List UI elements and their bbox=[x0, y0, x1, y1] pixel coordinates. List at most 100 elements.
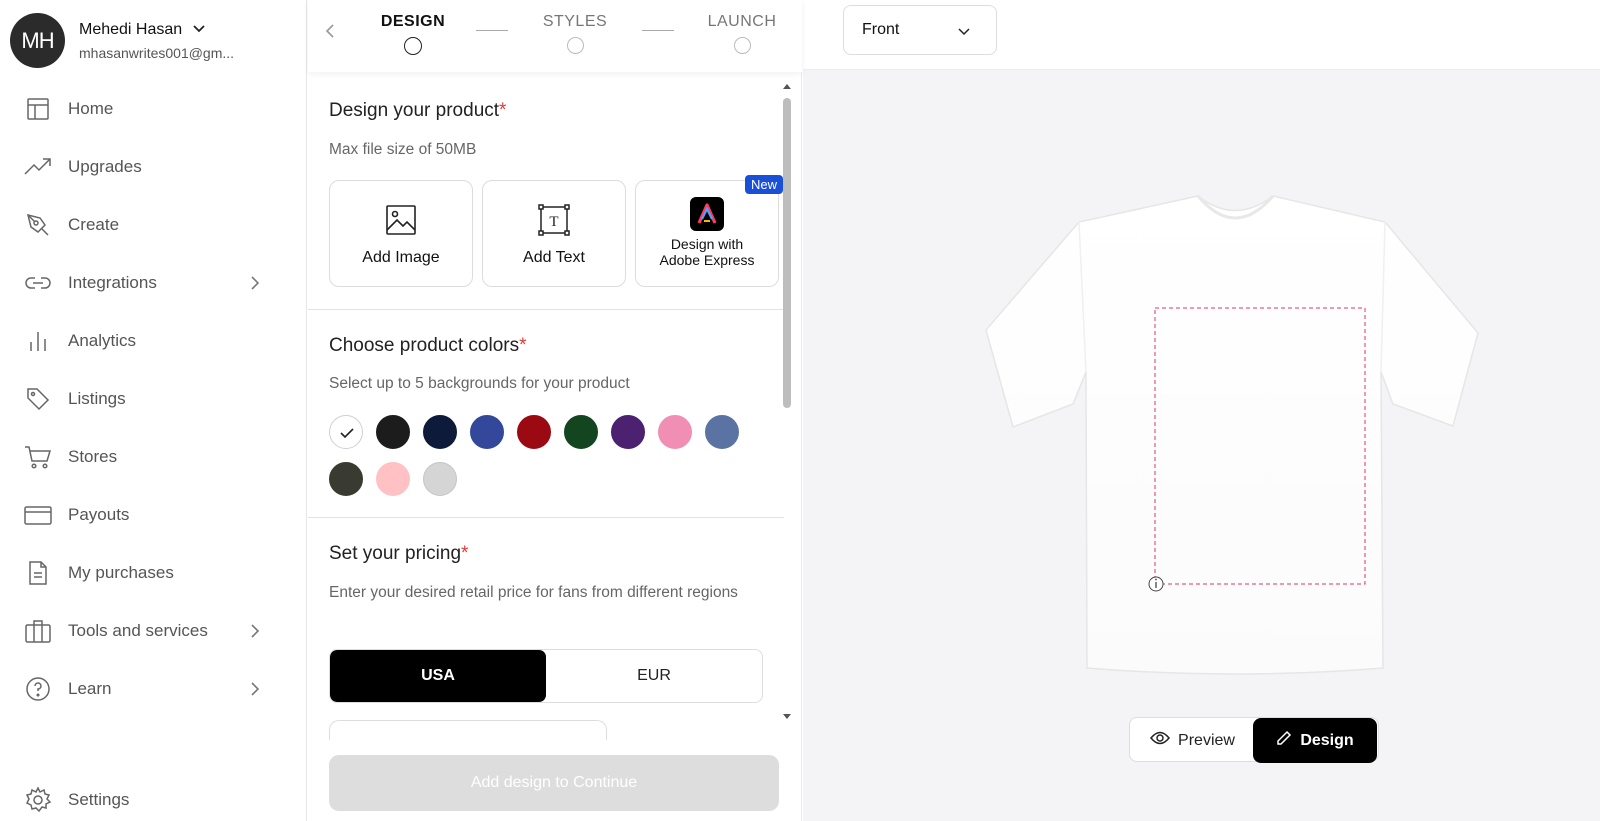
region-eur-option[interactable]: EUR bbox=[546, 650, 762, 702]
gear-icon bbox=[24, 786, 52, 814]
checkmark-icon bbox=[340, 428, 354, 439]
sidebar-item-label: Tools and services bbox=[68, 621, 208, 640]
color-swatch[interactable] bbox=[329, 462, 363, 496]
sidebar-item-label: Learn bbox=[68, 679, 112, 698]
sidebar-item-label: Create bbox=[68, 215, 120, 234]
pricing-section-title: Set your pricing* bbox=[329, 543, 469, 564]
sidebar-item-stores[interactable]: Stores bbox=[24, 442, 274, 472]
section-divider bbox=[308, 517, 784, 518]
color-swatch[interactable] bbox=[329, 415, 363, 449]
preview-button[interactable]: Preview bbox=[1130, 718, 1255, 763]
color-swatch[interactable] bbox=[658, 415, 692, 449]
design-panel: DESIGN STYLES LAUNCH Design your product… bbox=[308, 0, 802, 821]
step-connector bbox=[476, 30, 508, 31]
sidebar: MH Mehedi Hasan mhasanwrites001@gm... Ho… bbox=[0, 0, 307, 821]
preview-label: Preview bbox=[1178, 731, 1235, 749]
adobe-express-card[interactable]: Design with Adobe Express bbox=[635, 180, 779, 287]
sidebar-item-label: Integrations bbox=[68, 273, 157, 292]
image-icon bbox=[385, 203, 417, 237]
adobe-express-label: Design with Adobe Express bbox=[659, 236, 755, 268]
sidebar-item-settings[interactable]: Settings bbox=[24, 785, 274, 815]
user-email: mhasanwrites001@gm... bbox=[79, 44, 235, 61]
color-swatch[interactable] bbox=[470, 415, 504, 449]
help-circle-icon bbox=[24, 675, 52, 703]
color-swatch[interactable] bbox=[564, 415, 598, 449]
avatar[interactable]: MH bbox=[10, 13, 65, 68]
add-image-card[interactable]: Add Image bbox=[329, 180, 473, 287]
step-label: LAUNCH bbox=[707, 13, 777, 30]
color-swatch[interactable] bbox=[705, 415, 739, 449]
color-swatch[interactable] bbox=[423, 415, 457, 449]
add-text-card[interactable]: T Add Text bbox=[482, 180, 626, 287]
pricing-section-subtitle: Enter your desired retail price for fans… bbox=[329, 584, 738, 601]
briefcase-icon bbox=[24, 617, 52, 645]
add-text-label: Add Text bbox=[523, 249, 585, 266]
sidebar-item-label: Listings bbox=[68, 389, 126, 408]
user-name: Mehedi Hasan bbox=[79, 20, 183, 38]
sidebar-item-label: Home bbox=[68, 99, 114, 118]
sidebar-item-learn[interactable]: Learn bbox=[24, 674, 274, 704]
step-indicator bbox=[733, 37, 751, 54]
add-image-label: Add Image bbox=[362, 249, 440, 266]
stepper: DESIGN STYLES LAUNCH bbox=[308, 0, 802, 72]
section-divider bbox=[308, 309, 784, 310]
design-section-title: Design your product* bbox=[329, 100, 507, 121]
link-icon bbox=[24, 269, 52, 297]
home-icon bbox=[24, 95, 52, 123]
user-name-row[interactable]: Mehedi Hasan bbox=[79, 21, 234, 39]
color-swatch[interactable] bbox=[517, 415, 551, 449]
sidebar-item-payouts[interactable]: Payouts bbox=[24, 500, 274, 530]
sidebar-item-listings[interactable]: Listings bbox=[24, 384, 274, 414]
design-label: Design bbox=[1300, 731, 1354, 749]
sidebar-item-tools-and-services[interactable]: Tools and services bbox=[24, 616, 274, 646]
sidebar-item-my-purchases[interactable]: My purchases bbox=[24, 558, 274, 588]
info-icon bbox=[1148, 576, 1164, 592]
sidebar-item-label: Settings bbox=[68, 790, 130, 809]
tshirt-mockup bbox=[985, 195, 1479, 675]
chevron-right-icon bbox=[250, 275, 260, 296]
new-badge: New bbox=[745, 175, 784, 194]
back-arrow-icon[interactable] bbox=[324, 22, 336, 45]
sidebar-item-integrations[interactable]: Integrations bbox=[24, 268, 274, 298]
eye-icon bbox=[1150, 731, 1171, 750]
add-design-to-continue-button[interactable]: Add design to Continue bbox=[329, 755, 779, 811]
sidebar-item-upgrades[interactable]: Upgrades bbox=[24, 152, 274, 182]
color-swatch[interactable] bbox=[376, 462, 410, 496]
bar-chart-icon bbox=[24, 327, 52, 355]
design-button[interactable]: Design bbox=[1253, 718, 1377, 763]
user-profile[interactable]: MH Mehedi Hasan mhasanwrites001@gm... bbox=[10, 13, 234, 68]
scrollbar[interactable] bbox=[780, 80, 794, 722]
sidebar-item-analytics[interactable]: Analytics bbox=[24, 326, 274, 356]
step-label: DESIGN bbox=[380, 13, 446, 30]
chevron-right-icon bbox=[250, 681, 260, 702]
step-styles[interactable]: STYLES bbox=[540, 13, 610, 54]
step-indicator bbox=[404, 37, 422, 55]
step-design[interactable]: DESIGN bbox=[378, 13, 448, 55]
step-indicator bbox=[566, 37, 584, 54]
credit-card-icon bbox=[24, 501, 52, 529]
color-swatch[interactable] bbox=[423, 462, 457, 496]
cart-icon bbox=[24, 443, 52, 471]
sidebar-item-label: Stores bbox=[68, 447, 118, 466]
sidebar-item-label: Upgrades bbox=[68, 157, 142, 176]
sidebar-item-create[interactable]: Create bbox=[24, 210, 274, 240]
sidebar-item-home[interactable]: Home bbox=[24, 94, 274, 124]
price-input-field[interactable] bbox=[329, 720, 607, 740]
design-form: Design your product* Max file size of 50… bbox=[308, 0, 788, 740]
step-connector bbox=[642, 30, 674, 31]
design-section-subtitle: Max file size of 50MB bbox=[329, 141, 477, 158]
color-swatch[interactable] bbox=[376, 415, 410, 449]
sidebar-item-label: Analytics bbox=[68, 331, 137, 350]
colors-section-subtitle: Select up to 5 backgrounds for your prod… bbox=[329, 375, 630, 392]
color-swatch[interactable] bbox=[611, 415, 645, 449]
pen-tool-icon bbox=[24, 211, 52, 239]
chevron-down-icon[interactable] bbox=[192, 21, 206, 39]
text-box-icon: T bbox=[537, 203, 571, 237]
chevron-right-icon bbox=[250, 623, 260, 644]
document-icon bbox=[24, 559, 52, 587]
region-usa-option[interactable]: USA bbox=[330, 650, 546, 702]
svg-text:T: T bbox=[549, 214, 558, 230]
trending-up-icon bbox=[24, 153, 52, 181]
step-launch[interactable]: LAUNCH bbox=[706, 13, 778, 54]
pencil-icon bbox=[1276, 730, 1292, 751]
